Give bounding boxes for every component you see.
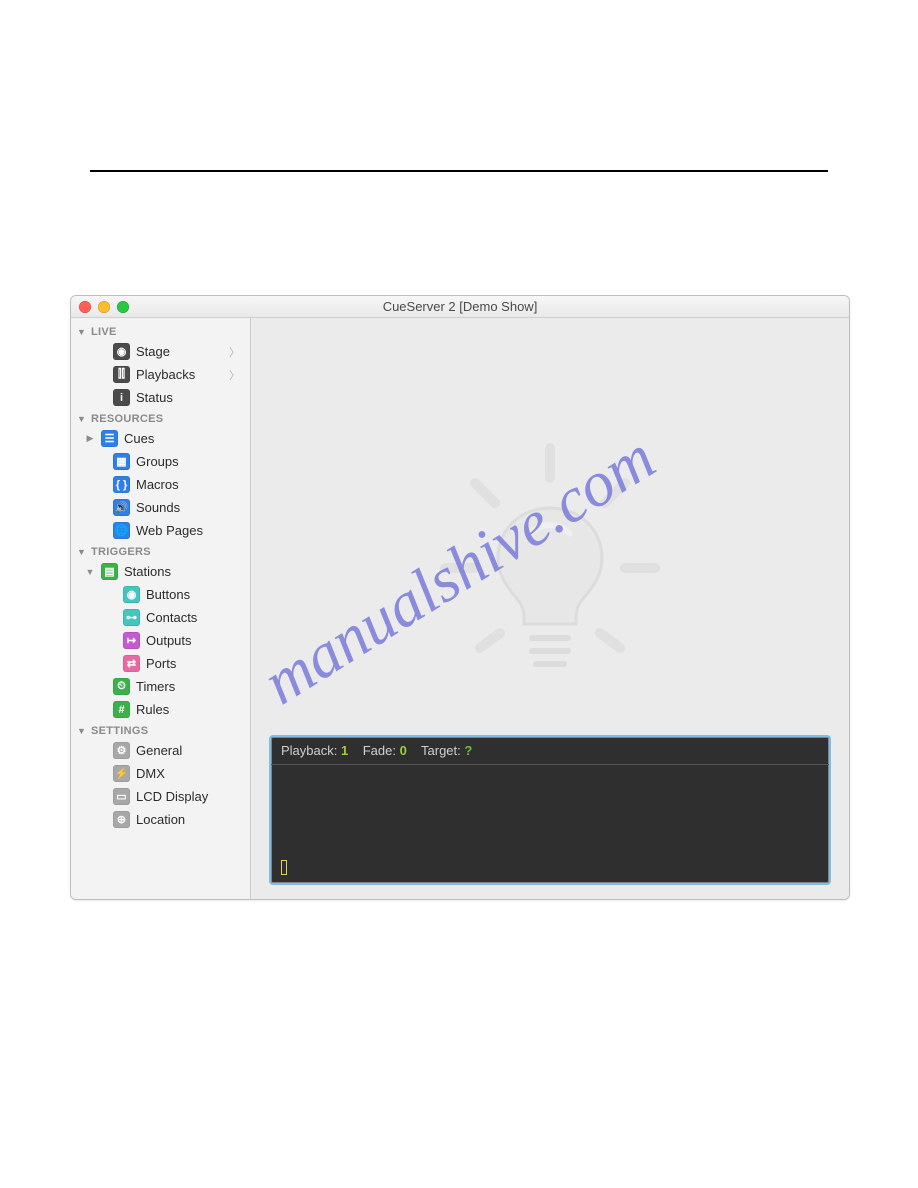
brackets-icon: { }: [113, 476, 130, 493]
playback-label: Playback:: [281, 743, 337, 758]
sidebar-item-label: Groups: [136, 454, 242, 469]
globe-icon: 🌐: [113, 522, 130, 539]
rules-icon: #: [113, 701, 130, 718]
bolt-icon: ⚡: [113, 765, 130, 782]
cursor-icon: [281, 860, 287, 875]
info-icon: i: [113, 389, 130, 406]
timers-icon: ⏲: [113, 678, 130, 695]
command-console[interactable]: Playback: 1 Fade: 0 Target: ?: [269, 735, 831, 885]
sidebar-item-stage[interactable]: ◉ Stage 〉: [71, 340, 250, 363]
sidebar-item-label: Sounds: [136, 500, 242, 515]
buttons-icon: ◉: [123, 586, 140, 603]
expand-triangle-icon[interactable]: ▼: [85, 567, 95, 577]
sidebar-item-label: Ports: [146, 656, 242, 671]
stations-icon: ▤: [101, 563, 118, 580]
eye-icon: ◉: [113, 343, 130, 360]
sidebar: ▼LIVE ◉ Stage 〉 ⫿⫿ Playbacks 〉 i Status ▼RESOURCE…: [71, 318, 251, 899]
outputs-icon: ↦: [123, 632, 140, 649]
page: CueServer 2 [Demo Show] ▼LIVE ◉ Stage 〉 ⫿⫿ Pl…: [0, 0, 918, 1188]
console-status-line: Playback: 1 Fade: 0 Target: ?: [271, 737, 829, 765]
disclosure-triangle-icon: ▼: [77, 726, 87, 736]
sidebar-section-settings[interactable]: ▼SETTINGS: [71, 721, 250, 739]
sidebar-item-label: Web Pages: [136, 523, 242, 538]
sliders-icon: ⫿⫿: [113, 366, 130, 383]
sidebar-item-rules[interactable]: # Rules: [71, 698, 250, 721]
sidebar-item-lcd-display[interactable]: ▭ LCD Display: [71, 785, 250, 808]
list-icon: ☰: [101, 430, 118, 447]
sidebar-item-label: Macros: [136, 477, 242, 492]
sidebar-item-location[interactable]: ⊕ Location: [71, 808, 250, 831]
chevron-right-icon: 〉: [229, 344, 242, 360]
content-pane: Playback: 1 Fade: 0 Target: ?: [251, 318, 849, 899]
sidebar-item-label: Stage: [136, 344, 223, 359]
sidebar-item-stations[interactable]: ▼ ▤ Stations: [71, 560, 250, 583]
disclosure-triangle-icon: ▼: [77, 327, 87, 337]
fade-label: Fade:: [363, 743, 396, 758]
lightbulb-placeholder-icon: [430, 438, 670, 688]
ports-icon: ⇄: [123, 655, 140, 672]
playback-value: 1: [341, 743, 348, 758]
sidebar-item-timers[interactable]: ⏲ Timers: [71, 675, 250, 698]
gear-icon: ⚙: [113, 742, 130, 759]
app-window: CueServer 2 [Demo Show] ▼LIVE ◉ Stage 〉 ⫿⫿ Pl…: [70, 295, 850, 900]
sidebar-item-label: Location: [136, 812, 242, 827]
expand-triangle-icon[interactable]: ▶: [85, 433, 95, 444]
horizontal-divider: [90, 170, 828, 172]
contacts-icon: ⊶: [123, 609, 140, 626]
sidebar-item-ports[interactable]: ⇄ Ports: [71, 652, 250, 675]
sidebar-item-web-pages[interactable]: 🌐 Web Pages: [71, 519, 250, 542]
sidebar-item-label: Outputs: [146, 633, 242, 648]
sidebar-item-label: Rules: [136, 702, 242, 717]
window-body: ▼LIVE ◉ Stage 〉 ⫿⫿ Playbacks 〉 i Status ▼RESOURCE…: [71, 318, 849, 899]
sidebar-item-buttons[interactable]: ◉ Buttons: [71, 583, 250, 606]
sidebar-item-status[interactable]: i Status: [71, 386, 250, 409]
target-value: ?: [464, 743, 472, 758]
sidebar-item-label: Playbacks: [136, 367, 223, 382]
sidebar-section-resources[interactable]: ▼RESOURCES: [71, 409, 250, 427]
sidebar-item-label: Status: [136, 390, 242, 405]
sidebar-item-sounds[interactable]: 🔊 Sounds: [71, 496, 250, 519]
sidebar-section-live[interactable]: ▼LIVE: [71, 322, 250, 340]
disclosure-triangle-icon: ▼: [77, 547, 87, 557]
sidebar-item-contacts[interactable]: ⊶ Contacts: [71, 606, 250, 629]
sidebar-item-label: Buttons: [146, 587, 242, 602]
target-icon: ⊕: [113, 811, 130, 828]
sound-icon: 🔊: [113, 499, 130, 516]
target-label: Target:: [421, 743, 461, 758]
sidebar-item-label: Stations: [124, 564, 242, 579]
lcd-icon: ▭: [113, 788, 130, 805]
disclosure-triangle-icon: ▼: [77, 414, 87, 424]
sidebar-section-triggers[interactable]: ▼TRIGGERS: [71, 542, 250, 560]
sidebar-item-label: Contacts: [146, 610, 242, 625]
chevron-right-icon: 〉: [229, 367, 242, 383]
grid-icon: ▦: [113, 453, 130, 470]
sidebar-item-macros[interactable]: { } Macros: [71, 473, 250, 496]
sidebar-item-general[interactable]: ⚙ General: [71, 739, 250, 762]
sidebar-item-label: Timers: [136, 679, 242, 694]
sidebar-item-cues[interactable]: ▶ ☰ Cues: [71, 427, 250, 450]
sidebar-item-outputs[interactable]: ↦ Outputs: [71, 629, 250, 652]
sidebar-item-label: Cues: [124, 431, 242, 446]
sidebar-item-groups[interactable]: ▦ Groups: [71, 450, 250, 473]
sidebar-item-label: DMX: [136, 766, 242, 781]
sidebar-item-label: General: [136, 743, 242, 758]
sidebar-item-dmx[interactable]: ⚡ DMX: [71, 762, 250, 785]
sidebar-item-playbacks[interactable]: ⫿⫿ Playbacks 〉: [71, 363, 250, 386]
window-title: CueServer 2 [Demo Show]: [71, 296, 849, 318]
sidebar-item-label: LCD Display: [136, 789, 242, 804]
window-titlebar: CueServer 2 [Demo Show]: [71, 296, 849, 318]
fade-value: 0: [400, 743, 407, 758]
